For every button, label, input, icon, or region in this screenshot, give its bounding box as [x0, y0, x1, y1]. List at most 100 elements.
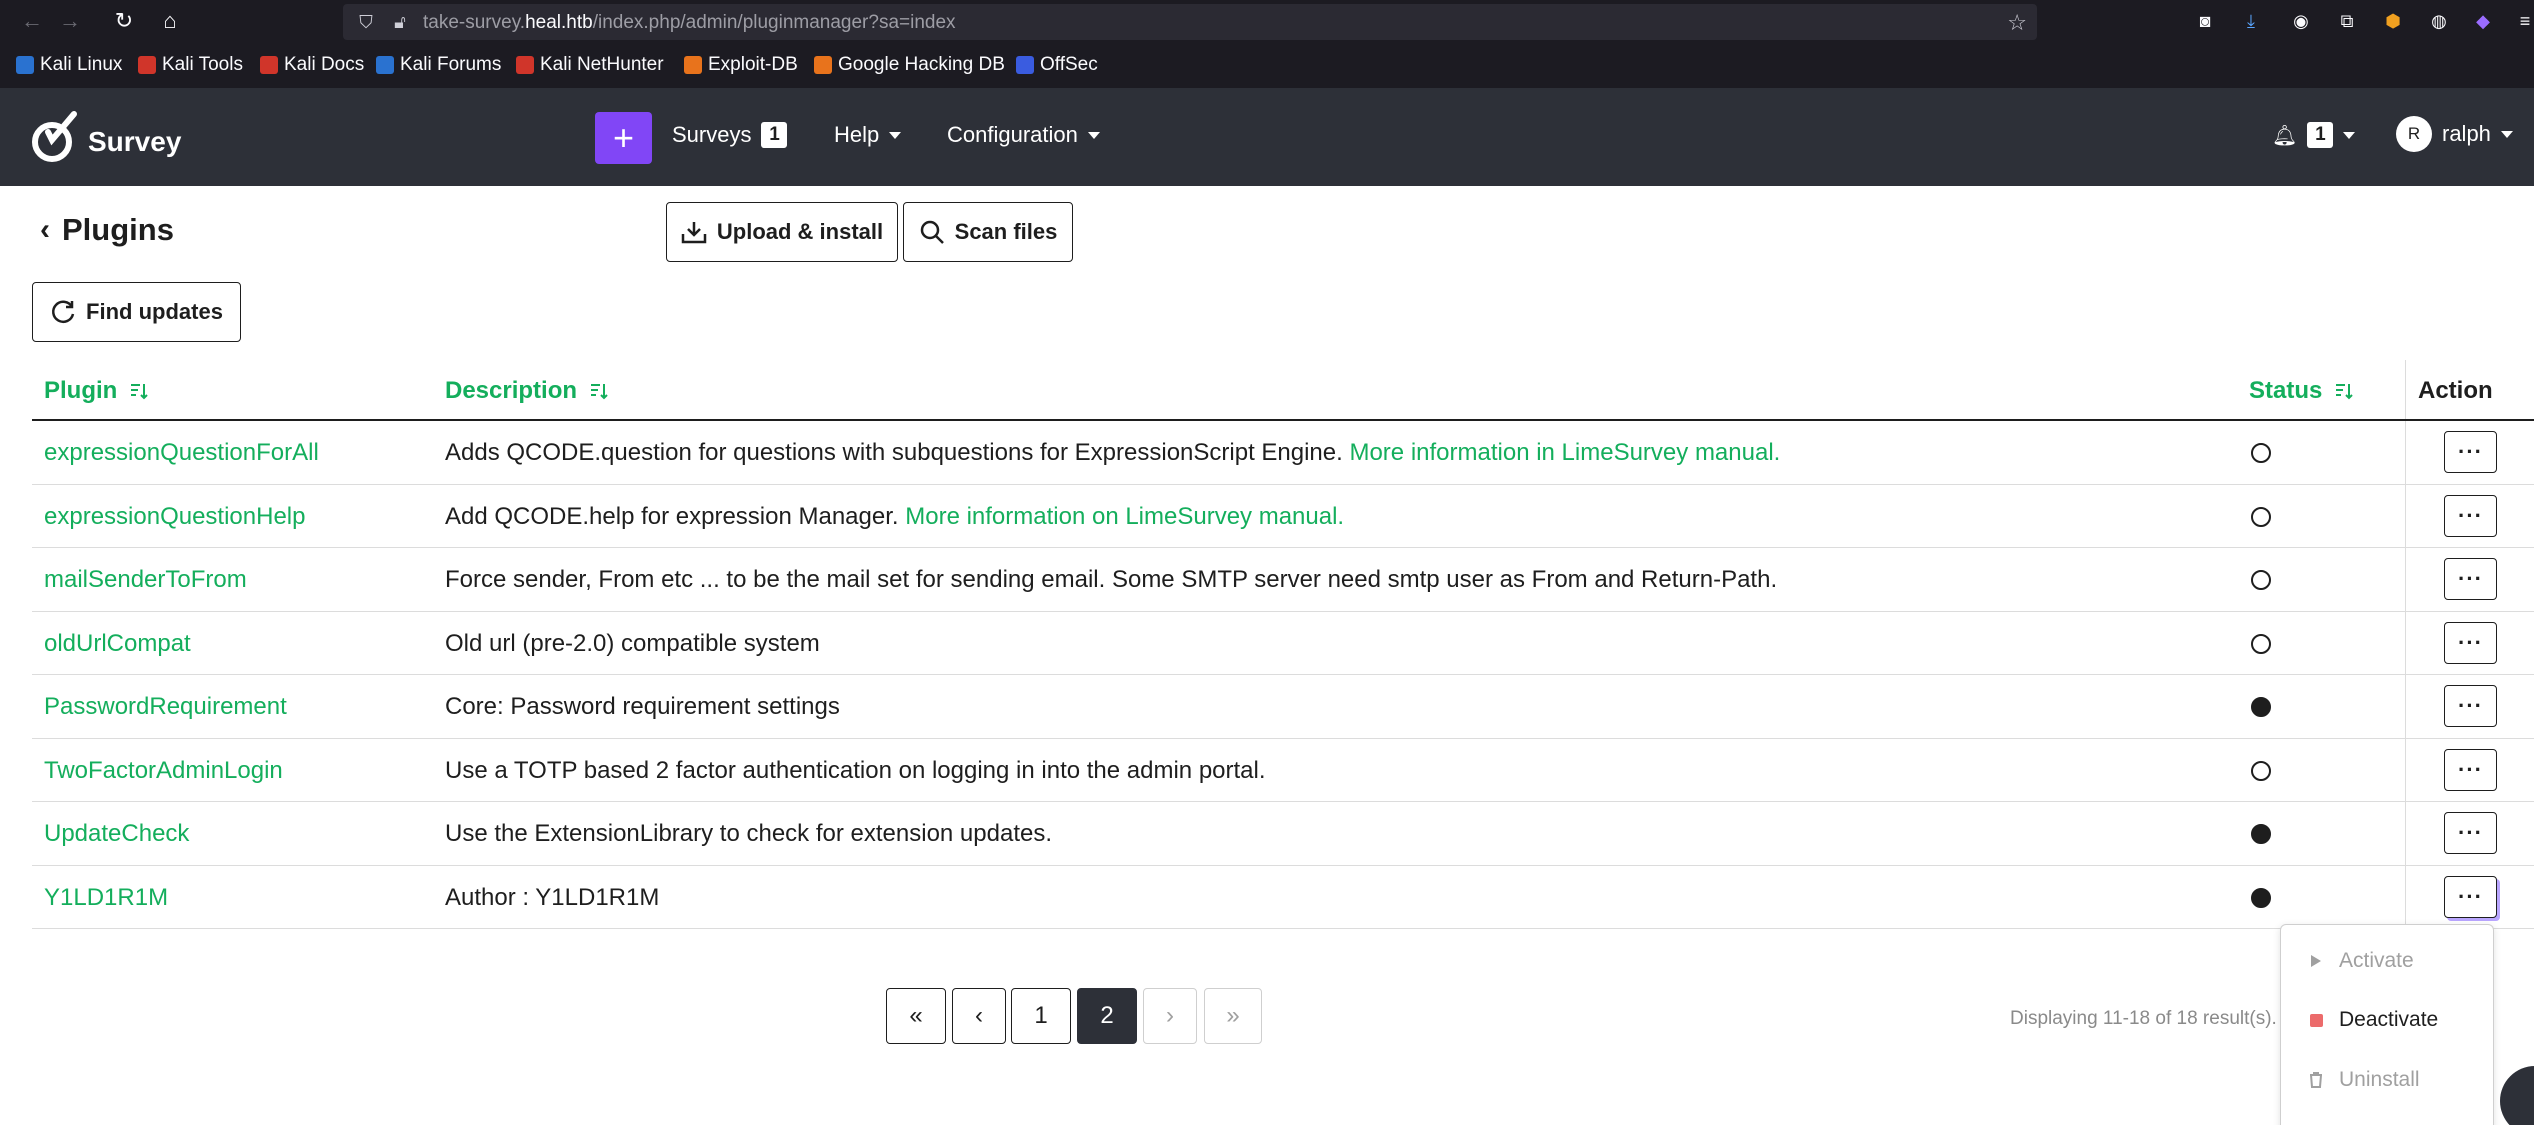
user-menu[interactable]: R ralph — [2396, 116, 2513, 152]
bookmark-google-hacking-db[interactable]: Google Hacking DB — [814, 54, 1005, 76]
plugin-name-link[interactable]: Y1LD1R1M — [44, 884, 168, 912]
row-action-button[interactable]: ··· — [2444, 621, 2497, 664]
uninstall-menu-item[interactable]: Uninstall — [2281, 1052, 2493, 1108]
plugin-name-link[interactable]: oldUrlCompat — [44, 630, 191, 658]
column-header-plugin[interactable]: Plugin — [44, 377, 149, 405]
plugin-description: Old url (pre-2.0) compatible system — [445, 629, 820, 657]
plugin-description: Force sender, From etc ... to be the mai… — [445, 566, 1778, 593]
description-text: Adds QCODE.question for questions with s… — [445, 439, 1350, 466]
column-header-status[interactable]: Status — [2249, 377, 2354, 405]
bookmark-star-icon[interactable]: ☆ — [2007, 10, 2027, 36]
download-icon[interactable]: ⤓ — [2238, 8, 2264, 34]
column-header-label: Action — [2418, 377, 2493, 404]
url-prefix: take-survey. — [423, 12, 526, 33]
row-action-button[interactable]: ··· — [2444, 431, 2497, 473]
wappalyzer-icon[interactable]: ◆ — [2470, 8, 2496, 34]
lock-icon[interactable]: 🔓︎ — [389, 11, 411, 33]
table-row: expressionQuestionForAll Adds QCODE.ques… — [32, 421, 2534, 485]
status-inactive-icon — [2251, 633, 2271, 654]
floating-help-button[interactable] — [2500, 1066, 2534, 1125]
kali-forums-favicon-icon — [376, 56, 394, 74]
table-row: oldUrlCompat Old url (pre-2.0) compatibl… — [32, 612, 2534, 675]
page-title-text: Plugins — [62, 212, 174, 247]
browser-toolbar: ← → ↻ ⌂ ⛉ 🔓︎ take-survey.heal.htb/index.… — [0, 0, 2534, 88]
bookmark-kali-linux[interactable]: Kali Linux — [16, 54, 122, 76]
bookmark-kali-tools[interactable]: Kali Tools — [138, 54, 243, 76]
shield-icon[interactable]: ⛉ — [355, 11, 377, 33]
cookie-icon[interactable]: ◍ — [2426, 8, 2452, 34]
row-action-button[interactable]: ··· — [2444, 812, 2497, 854]
download-tray-icon — [681, 222, 707, 244]
more-info-link[interactable]: More information in LimeSurvey manual. — [1349, 439, 1780, 466]
brand-name: Survey — [88, 126, 182, 157]
scan-files-button[interactable]: Scan files — [903, 202, 1073, 262]
plus-icon: + — [612, 117, 635, 158]
notifications-menu[interactable]: 🔔︎ 1 — [2272, 122, 2356, 148]
plugins-table: Plugin Description Status Action express… — [32, 360, 2534, 929]
reload-icon[interactable]: ↻ — [108, 6, 140, 36]
row-action-button[interactable]: ··· — [2444, 494, 2497, 537]
bookmark-kali-nethunter[interactable]: Kali NetHunter — [516, 54, 664, 76]
table-header: Plugin Description Status Action — [32, 360, 2534, 421]
bookmark-kali-forums[interactable]: Kali Forums — [376, 54, 501, 76]
app-menu-icon[interactable]: ≡ — [2512, 8, 2534, 34]
url-text[interactable]: take-survey.heal.htb/index.php/admin/plu… — [423, 12, 956, 34]
create-button[interactable]: + — [595, 112, 652, 164]
account-icon[interactable]: ◉ — [2288, 8, 2314, 34]
bookmark-offsec[interactable]: OffSec — [1016, 54, 1098, 76]
surveys-menu[interactable]: Surveys 1 — [672, 122, 788, 148]
plugin-name-link[interactable]: expressionQuestionHelp — [44, 503, 305, 531]
pagination-page-2[interactable]: 2 — [1077, 988, 1137, 1044]
app-navbar: Survey + Surveys 1 Help Configuration 🔔︎… — [0, 88, 2534, 186]
row-action-button[interactable]: ··· — [2444, 558, 2497, 600]
pagination-last[interactable]: » — [1204, 988, 1262, 1044]
brand-logo[interactable]: Survey — [30, 110, 181, 164]
activate-menu-item[interactable]: Activate — [2281, 933, 2493, 989]
burp-extension-icon[interactable]: ⬢ — [2380, 8, 2406, 34]
home-icon[interactable]: ⌂ — [154, 6, 186, 36]
page-title: ‹ Plugins — [40, 212, 174, 248]
extensions-icon[interactable]: ⧉ — [2334, 8, 2360, 34]
exploit-db-favicon-icon — [684, 56, 702, 74]
row-action-button[interactable]: ··· — [2444, 875, 2497, 918]
forward-arrow-icon[interactable]: → — [54, 6, 86, 36]
plugin-description: Adds QCODE.question for questions with s… — [445, 439, 1780, 467]
pagination-next[interactable]: › — [1143, 988, 1197, 1044]
plugin-name-link[interactable]: UpdateCheck — [44, 820, 189, 848]
user-name: ralph — [2442, 121, 2491, 146]
results-summary: Displaying 11-18 of 18 result(s). — [2010, 1008, 2277, 1029]
status-inactive-icon — [2251, 570, 2271, 590]
back-arrow-icon[interactable]: ← — [16, 6, 48, 36]
row-action-button[interactable]: ··· — [2444, 748, 2497, 791]
sort-icon — [2336, 384, 2354, 400]
pagination-page-1[interactable]: 1 — [1011, 988, 1071, 1044]
sort-icon — [131, 384, 149, 400]
plugin-name-link[interactable]: TwoFactorAdminLogin — [44, 757, 283, 785]
sort-icon — [591, 384, 608, 400]
pagination-prev[interactable]: ‹ — [952, 988, 1006, 1044]
pocket-icon[interactable]: ◙ — [2192, 8, 2218, 34]
url-bar[interactable]: ⛉ 🔓︎ take-survey.heal.htb/index.php/admi… — [343, 4, 2037, 40]
activate-label: Activate — [2339, 949, 2414, 972]
configuration-menu[interactable]: Configuration — [947, 122, 1100, 148]
configuration-label: Configuration — [947, 122, 1078, 147]
back-chevron-icon[interactable]: ‹ — [40, 213, 50, 247]
help-menu[interactable]: Help — [834, 122, 902, 148]
plugin-name-link[interactable]: mailSenderToFrom — [44, 566, 247, 594]
more-info-link[interactable]: More information on LimeSurvey manual. — [905, 503, 1344, 530]
kali-tools-favicon-icon — [138, 56, 156, 74]
table-row: expressionQuestionHelp Add QCODE.help fo… — [32, 485, 2534, 548]
pagination-first[interactable]: « — [886, 988, 946, 1044]
plugin-name-link[interactable]: PasswordRequirement — [44, 693, 287, 721]
find-updates-button[interactable]: Find updates — [32, 282, 241, 342]
plugin-name-link[interactable]: expressionQuestionForAll — [44, 439, 319, 467]
bookmark-kali-docs[interactable]: Kali Docs — [260, 54, 364, 76]
row-action-button[interactable]: ··· — [2444, 685, 2497, 727]
table-row: TwoFactorAdminLogin Use a TOTP based 2 f… — [32, 739, 2534, 802]
bookmark-exploit-db[interactable]: Exploit-DB — [684, 54, 798, 76]
find-updates-label: Find updates — [86, 299, 223, 324]
upload-install-button[interactable]: Upload & install — [666, 202, 898, 262]
column-header-description[interactable]: Description — [445, 377, 609, 405]
upload-install-label: Upload & install — [716, 219, 884, 244]
deactivate-menu-item[interactable]: Deactivate — [2281, 992, 2493, 1048]
